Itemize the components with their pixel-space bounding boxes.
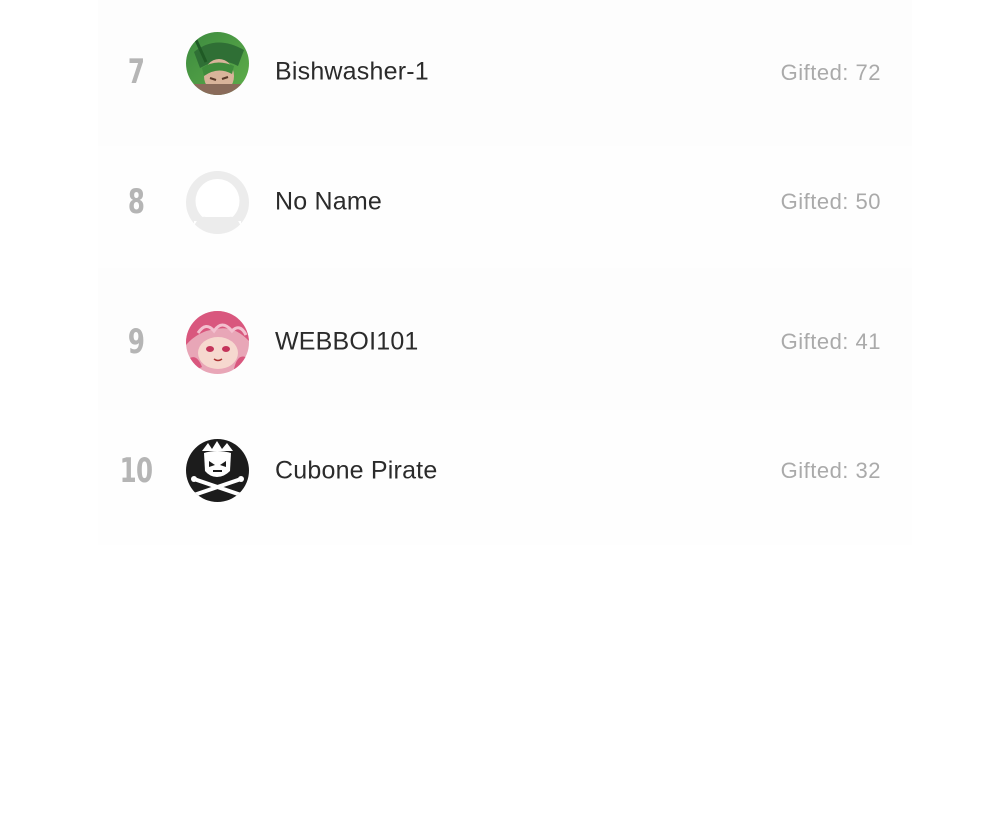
leaderboard-row[interactable]: 8 No Name Gifted: 50 — [98, 146, 912, 268]
user-name[interactable]: Bishwasher-1 — [275, 58, 429, 87]
gifter-leaderboard: 7 Bishwasher-1 Gifted: 72 8 No Name Gift… — [98, 0, 912, 545]
anime-green-hair-avatar-icon[interactable] — [186, 32, 249, 95]
user-name[interactable]: Cubone Pirate — [275, 456, 437, 485]
default-user-avatar-icon[interactable] — [186, 171, 249, 234]
gifted-count: Gifted: 50 — [780, 189, 881, 214]
leaderboard-row[interactable]: 7 Bishwasher-1 Gifted: 72 — [98, 0, 912, 146]
rank-number: 9 — [127, 322, 145, 362]
anime-pink-hair-avatar-icon[interactable] — [186, 311, 249, 374]
gifted-count: Gifted: 32 — [780, 457, 881, 483]
rank-number: 10 — [119, 450, 153, 491]
leaderboard-row[interactable]: 9 WEBBOI101 Gifted: 41 — [98, 268, 912, 410]
user-name[interactable]: WEBBOI101 — [275, 328, 419, 357]
gifted-count: Gifted: 41 — [780, 329, 881, 354]
user-name[interactable]: No Name — [275, 188, 382, 217]
leaderboard-row[interactable]: 10 Cubone Pirate Gifted: 32 — [98, 410, 912, 545]
rank-number: 7 — [127, 52, 145, 92]
gifted-count: Gifted: 72 — [780, 60, 881, 85]
rank-number: 8 — [127, 182, 145, 222]
skull-crossbones-avatar-icon[interactable] — [186, 438, 249, 502]
